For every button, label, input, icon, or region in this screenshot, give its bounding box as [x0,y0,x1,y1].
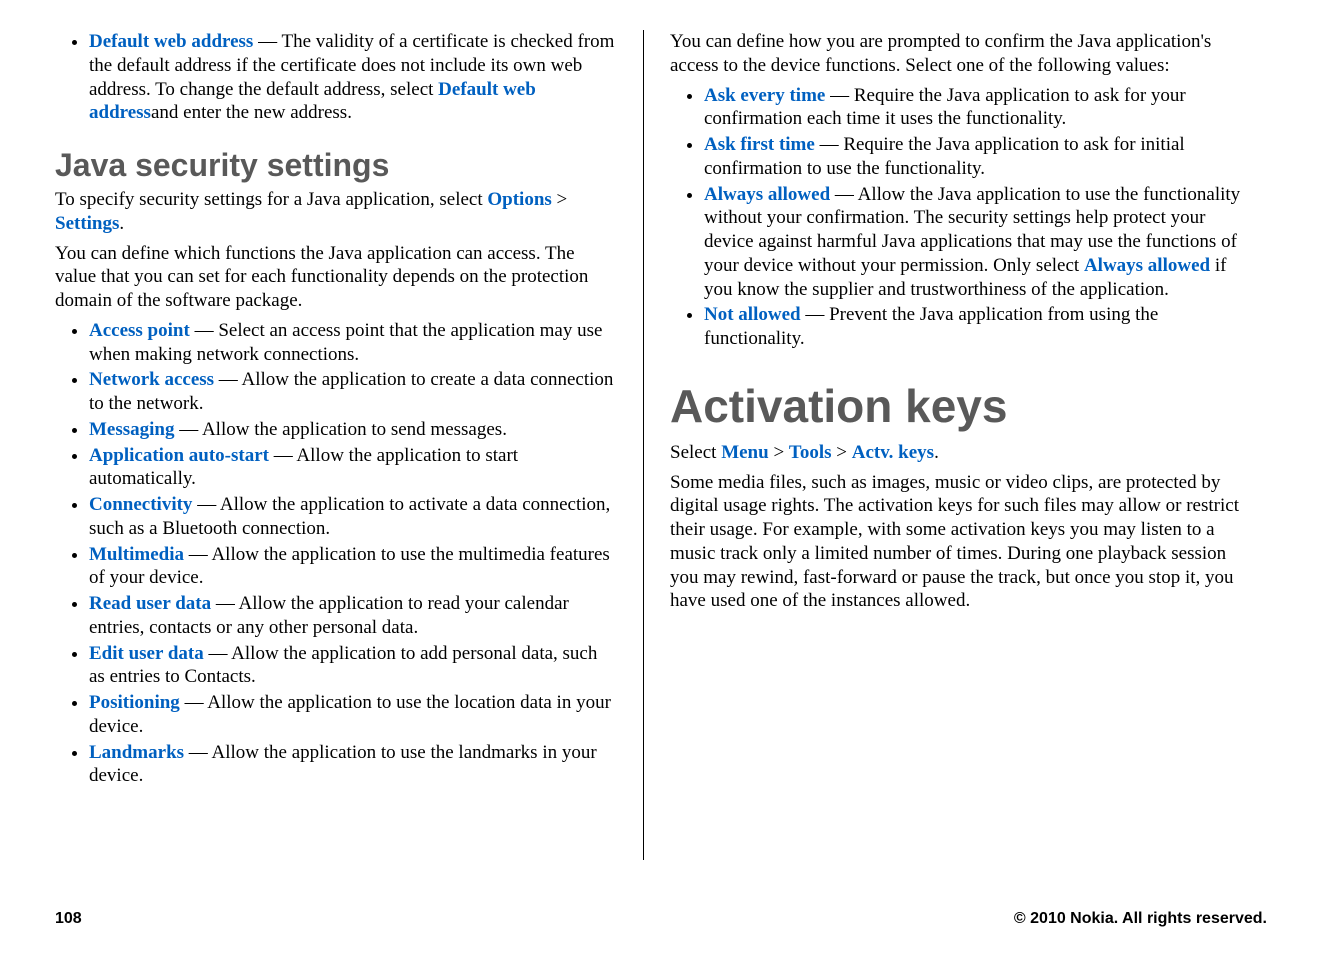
term: Messaging [89,419,175,440]
term: Landmarks [89,742,184,763]
page-number: 108 [55,910,82,928]
list-item: Edit user data — Allow the application t… [89,642,617,690]
term: Read user data [89,593,211,614]
copyright-text: © 2010 Nokia. All rights reserved. [1014,910,1267,928]
term-always-allowed-inline: Always allowed [1084,255,1210,276]
right-column: You can define how you are prompted to c… [652,30,1252,860]
footer: 108 © 2010 Nokia. All rights reserved. [55,910,1267,928]
list-item: Application auto-start — Allow the appli… [89,444,617,492]
text: — [253,31,281,52]
page: Default web address — The validity of a … [0,0,1322,954]
term: Ask every time [704,85,825,106]
list-item: Multimedia — Allow the application to us… [89,543,617,591]
text: . [934,442,939,463]
list-item: Read user data — Allow the application t… [89,592,617,640]
term-default-web: Default web address [89,31,253,52]
term: Multimedia [89,544,184,565]
java-paragraph: You can define which functions the Java … [55,242,617,313]
columns: Default web address — The validity of a … [55,30,1267,860]
term: Positioning [89,692,180,713]
term: Access point [89,320,190,341]
java-items-list: Access point — Select an access point th… [55,319,617,788]
list-item: Default web address — The validity of a … [89,30,617,125]
path-tools: Tools [789,442,832,463]
term-always-allowed: Always allowed [704,184,830,205]
list-item: Always allowed — Allow the Java applicat… [704,183,1252,302]
list-item: Not allowed — Prevent the Java applicati… [704,303,1252,351]
path-settings: Settings [55,213,119,234]
prompt-paragraph: You can define how you are prompted to c… [670,30,1252,78]
heading-activation-keys: Activation keys [670,379,1252,433]
list-item: Ask first time — Require the Java applic… [704,133,1252,181]
path-actv-keys: Actv. keys [852,442,934,463]
column-divider [643,30,644,860]
text: Select [670,442,721,463]
heading-java-security: Java security settings [55,147,617,184]
text: > [769,442,789,463]
prompt-items-list: Ask every time — Require the Java applic… [670,84,1252,351]
text: > [832,442,852,463]
activation-paragraph: Some media files, such as images, music … [670,471,1252,614]
text: and enter the new address. [151,102,352,123]
term: Ask first time [704,134,815,155]
term: Application auto-start [89,445,269,466]
list-item: Access point — Select an access point th… [89,319,617,367]
path-options: Options [487,189,551,210]
path-menu: Menu [721,442,769,463]
list-item: Landmarks — Allow the application to use… [89,741,617,789]
list-item: Connectivity — Allow the application to … [89,493,617,541]
term: Edit user data [89,643,204,664]
default-web-list: Default web address — The validity of a … [55,30,617,125]
left-column: Default web address — The validity of a … [55,30,635,860]
term: Network access [89,369,214,390]
text: — Allow the application to send messages… [175,419,507,440]
term: Connectivity [89,494,192,515]
text: > [552,189,567,210]
term-not-allowed: Not allowed [704,304,801,325]
java-intro: To specify security settings for a Java … [55,188,617,236]
text: To specify security settings for a Java … [55,189,487,210]
list-item: Positioning — Allow the application to u… [89,691,617,739]
activation-path: Select Menu > Tools > Actv. keys. [670,441,1252,465]
list-item: Ask every time — Require the Java applic… [704,84,1252,132]
list-item: Network access — Allow the application t… [89,368,617,416]
list-item: Messaging — Allow the application to sen… [89,418,617,442]
text: . [119,213,124,234]
